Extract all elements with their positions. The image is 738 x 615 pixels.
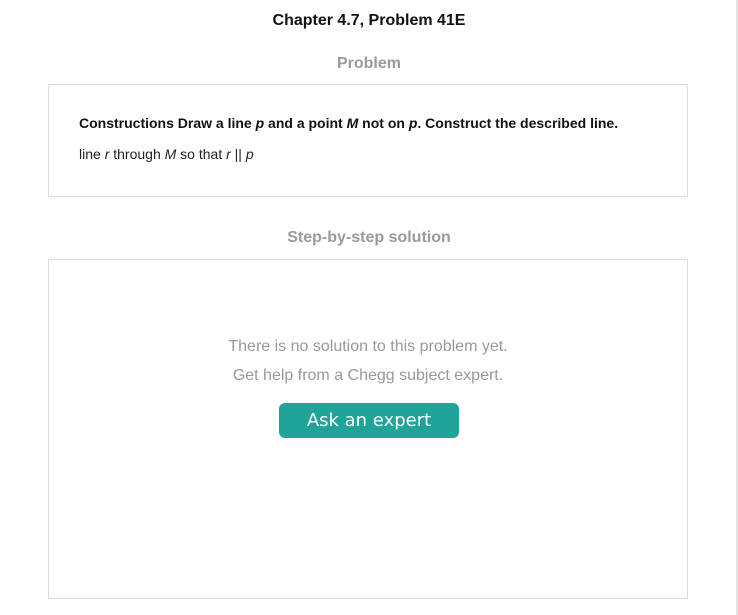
problem-part-text: line r through M so that r || p	[79, 146, 667, 162]
text-run: . Construct the described line.	[417, 115, 619, 131]
solution-heading: Step-by-step solution	[287, 229, 451, 246]
text-run: M	[164, 146, 177, 162]
text-run: p	[255, 115, 265, 131]
text-run: M	[346, 115, 359, 131]
problem-heading: Problem	[336, 55, 401, 72]
text-run: line	[79, 146, 105, 162]
text-run: through	[109, 146, 165, 162]
page-title: Chapter 4.7, Problem 41E	[272, 12, 466, 29]
text-run: p	[245, 146, 254, 162]
text-run: not on	[358, 115, 409, 131]
no-solution-message: There is no solution to this problem yet…	[228, 338, 508, 355]
text-run: and a point	[264, 115, 347, 131]
problem-statement: Constructions Draw a line p and a point …	[79, 115, 667, 131]
ask-expert-button[interactable]: Ask an expert	[279, 403, 459, 438]
solution-card: There is no solution to this problem yet…	[48, 259, 688, 599]
text-run: so that	[176, 146, 227, 162]
expert-help-message: Get help from a Chegg subject expert.	[232, 367, 504, 384]
text-run: ||	[230, 146, 246, 162]
problem-card: Constructions Draw a line p and a point …	[48, 84, 688, 197]
text-run: Constructions Draw a line	[79, 115, 256, 131]
